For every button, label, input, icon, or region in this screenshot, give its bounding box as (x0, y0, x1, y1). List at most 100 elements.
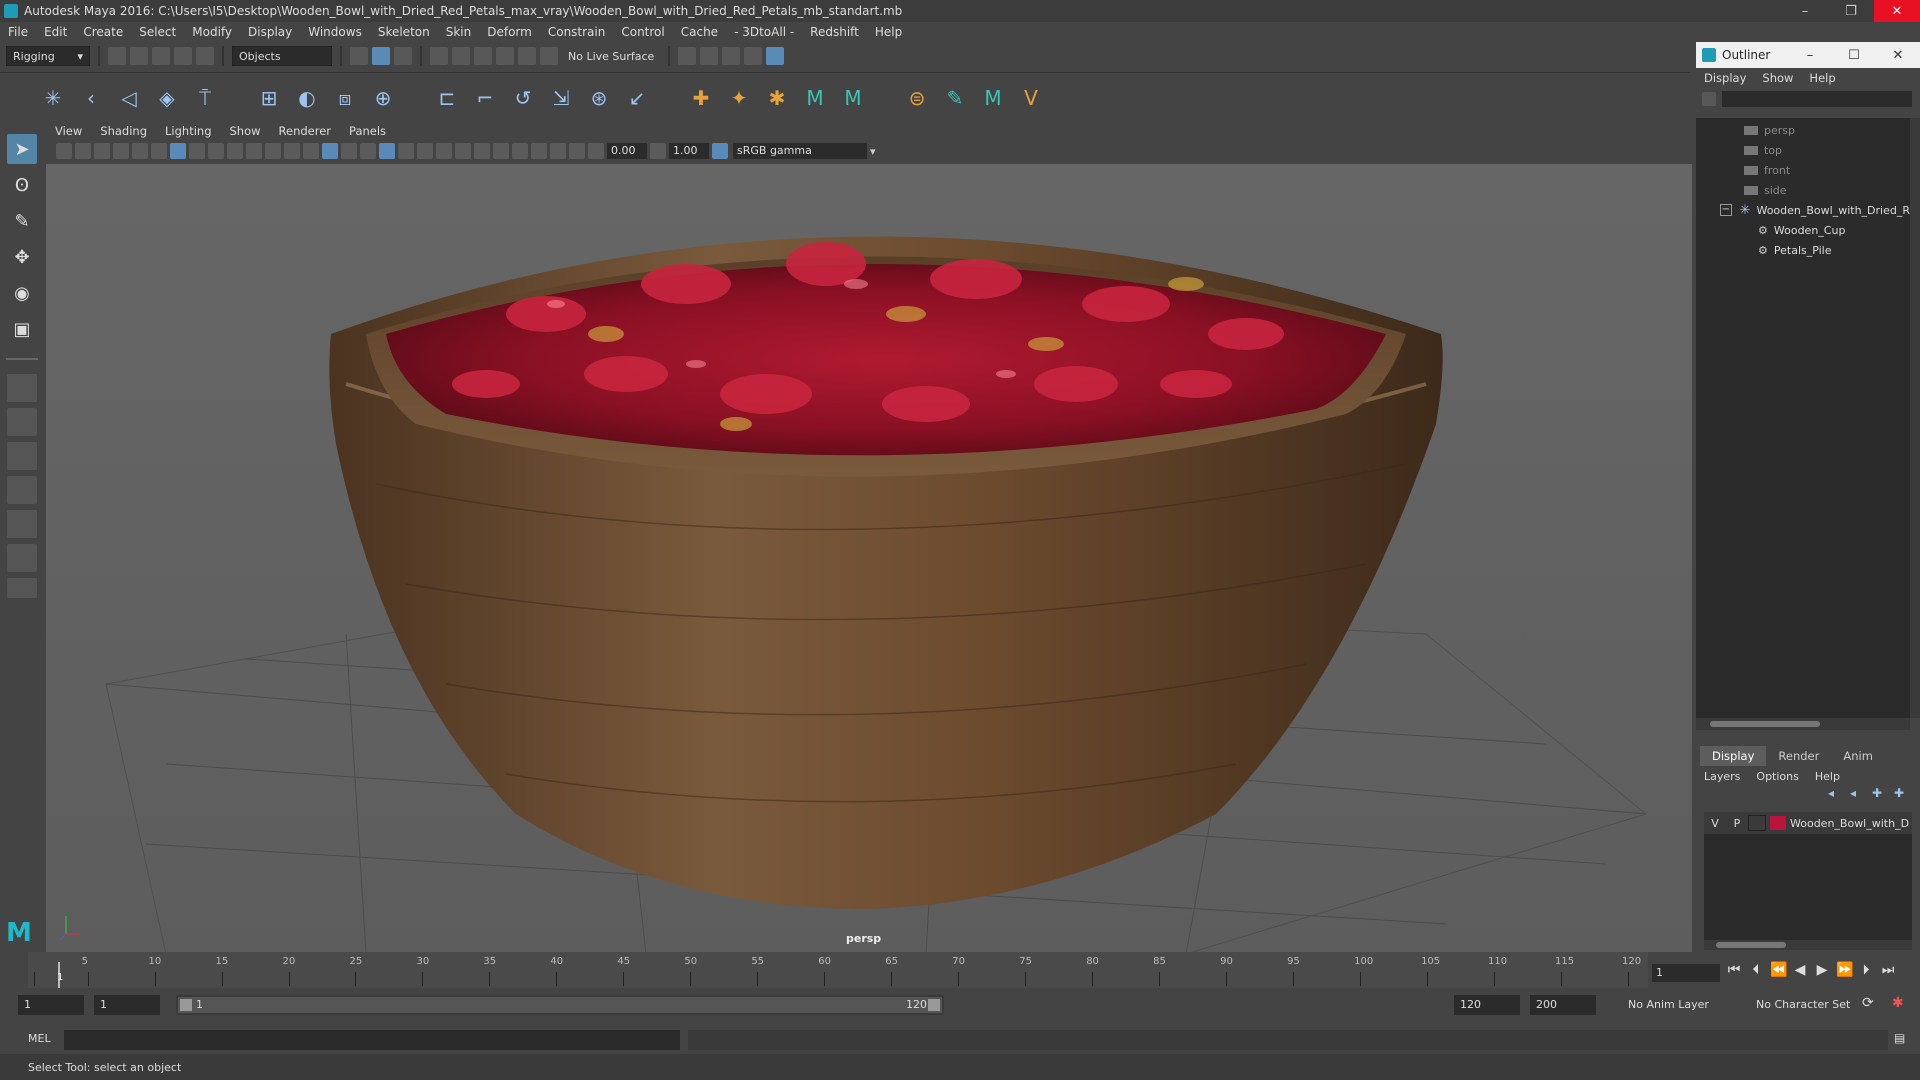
character-set-dropdown[interactable]: No Character Set (1750, 995, 1860, 1015)
render-view-icon[interactable] (744, 47, 763, 65)
outliner-search-input[interactable] (1722, 91, 1912, 107)
step-forward-icon[interactable]: ⏵ (1858, 962, 1874, 980)
menu-10[interactable]: Constrain (540, 25, 614, 39)
bind-skin-icon[interactable]: ⊞ (256, 85, 282, 111)
snap-curve-icon[interactable] (452, 47, 470, 65)
motion-blur-icon[interactable] (455, 143, 471, 159)
scale-tool-icon[interactable]: ▣ (7, 314, 37, 344)
outliner-maximize-button[interactable]: ☐ (1832, 42, 1876, 68)
menu-5[interactable]: Display (240, 25, 300, 39)
redo-icon[interactable] (196, 47, 214, 65)
snap-view-icon[interactable] (496, 47, 514, 65)
step-back-icon[interactable]: ⏴ (1748, 962, 1764, 980)
menu-14[interactable]: Redshift (802, 25, 867, 39)
anti-alias-icon[interactable] (474, 143, 490, 159)
restore-button[interactable]: ❐ (1828, 0, 1874, 22)
lights-icon[interactable] (398, 143, 414, 159)
gate-mask-icon[interactable] (227, 143, 243, 159)
default-material-icon[interactable] (341, 143, 357, 159)
grid-toggle-icon[interactable] (170, 143, 186, 159)
snap-surface-icon[interactable] (518, 47, 536, 65)
maya-script-alt-icon[interactable]: M (840, 85, 866, 111)
layout-custom-icon[interactable] (7, 578, 37, 598)
wrap-deformer-icon[interactable]: V (1018, 85, 1044, 111)
hik-icon[interactable]: ✱ (764, 85, 790, 111)
playback-start-field[interactable]: 1 (94, 995, 160, 1015)
layer-row[interactable]: V P Wooden_Bowl_with_D (1704, 812, 1912, 834)
shadows-icon[interactable] (417, 143, 433, 159)
layer-tab-1[interactable]: Render (1766, 746, 1831, 766)
tree-item-group[interactable]: − ✳ Wooden_Bowl_with_Dried_R (1696, 200, 1910, 220)
step-back-key-icon[interactable]: ⏪ (1770, 962, 1787, 980)
panel-menu-1[interactable]: Shading (91, 124, 156, 138)
outliner-scrollbar-vertical[interactable] (1910, 118, 1920, 718)
layer-color-swatch[interactable] (1770, 816, 1786, 830)
layout-four-icon[interactable] (7, 408, 37, 436)
move-tool-icon[interactable]: ✥ (7, 242, 37, 272)
layer-tab-0[interactable]: Display (1700, 746, 1767, 766)
tree-item-camera[interactable]: top (1696, 140, 1910, 160)
tree-item-camera[interactable]: front (1696, 160, 1910, 180)
outliner-menu-0[interactable]: Display (1696, 71, 1754, 85)
layer-menu-2[interactable]: Help (1807, 770, 1848, 783)
joint-tool-icon[interactable]: ✳ (40, 85, 66, 111)
selection-mode-dropdown[interactable]: Objects (232, 46, 332, 66)
menu-15[interactable]: Help (867, 25, 910, 39)
range-bar[interactable] (178, 997, 942, 1013)
anim-layer-dropdown[interactable]: No Anim Layer (1622, 995, 1742, 1015)
tree-item-mesh[interactable]: ⚙ Wooden_Cup (1696, 220, 1910, 240)
step-forward-key-icon[interactable]: ⏩ (1836, 962, 1853, 980)
layout-graph-icon[interactable] (7, 510, 37, 538)
grease-pencil-icon[interactable] (151, 143, 167, 159)
tree-item-mesh[interactable]: ⚙ Petals_Pile (1696, 240, 1910, 260)
lasso-tool-icon[interactable]: ʘ (7, 170, 37, 200)
constraint-scale-icon[interactable]: ⇲ (548, 85, 574, 111)
constraint-parent-icon[interactable]: ⊛ (586, 85, 612, 111)
isolate-select-icon[interactable] (512, 143, 528, 159)
film-gate-icon[interactable] (189, 143, 205, 159)
pose-icon[interactable]: ✦ (726, 85, 752, 111)
scroll-thumb[interactable] (1710, 721, 1820, 727)
layer-name[interactable]: Wooden_Bowl_with_D (1790, 817, 1909, 830)
save-scene-icon[interactable] (152, 47, 170, 65)
menu-2[interactable]: Create (75, 25, 131, 39)
constraint-point-icon[interactable]: ⊏ (434, 85, 460, 111)
live-surface-label[interactable]: No Live Surface (562, 50, 660, 63)
command-language-label[interactable]: MEL (28, 1032, 51, 1045)
outliner-menu-2[interactable]: Help (1801, 71, 1843, 85)
camera-select-icon[interactable] (56, 143, 72, 159)
mirror-joint-icon[interactable]: ◈ (154, 85, 180, 111)
layout-two-icon[interactable] (7, 442, 37, 470)
close-button[interactable]: ✕ (1874, 0, 1920, 22)
layout-outliner-icon[interactable] (7, 476, 37, 504)
menu-1[interactable]: Edit (36, 25, 75, 39)
select-hierarchy-icon[interactable] (350, 47, 368, 65)
ik-spline-icon[interactable]: ◁ (116, 85, 142, 111)
menu-3[interactable]: Select (131, 25, 184, 39)
wireframe-icon[interactable] (303, 143, 319, 159)
select-component-icon[interactable] (394, 47, 412, 65)
panel-menu-0[interactable]: View (46, 124, 91, 138)
blend-shape-icon[interactable]: ⊜ (904, 85, 930, 111)
animation-end-field[interactable]: 200 (1530, 995, 1596, 1015)
menu-9[interactable]: Deform (479, 25, 540, 39)
refresh-icon[interactable] (1702, 92, 1716, 106)
orient-joint-icon[interactable]: ⍑ (192, 85, 218, 111)
viewport-3d[interactable]: persp (46, 164, 1692, 952)
rotate-tool-icon[interactable]: ◉ (7, 278, 37, 308)
layer-playback-toggle[interactable]: P (1726, 817, 1748, 830)
maya-shelf-icon[interactable]: M (980, 85, 1006, 111)
new-scene-icon[interactable] (108, 47, 126, 65)
textured-icon[interactable] (379, 143, 395, 159)
layer-menu-1[interactable]: Options (1748, 770, 1806, 783)
exposure-icon[interactable] (588, 143, 604, 159)
safe-action-icon[interactable] (265, 143, 281, 159)
select-object-icon[interactable] (372, 47, 390, 65)
image-plane-icon[interactable] (113, 143, 129, 159)
xray-icon[interactable] (531, 143, 547, 159)
maya-script-icon[interactable]: M (802, 85, 828, 111)
panel-menu-5[interactable]: Panels (340, 124, 395, 138)
constraint-pole-icon[interactable]: ↙ (624, 85, 650, 111)
xray-joints-icon[interactable] (550, 143, 566, 159)
outliner-close-button[interactable]: ✕ (1876, 42, 1920, 68)
